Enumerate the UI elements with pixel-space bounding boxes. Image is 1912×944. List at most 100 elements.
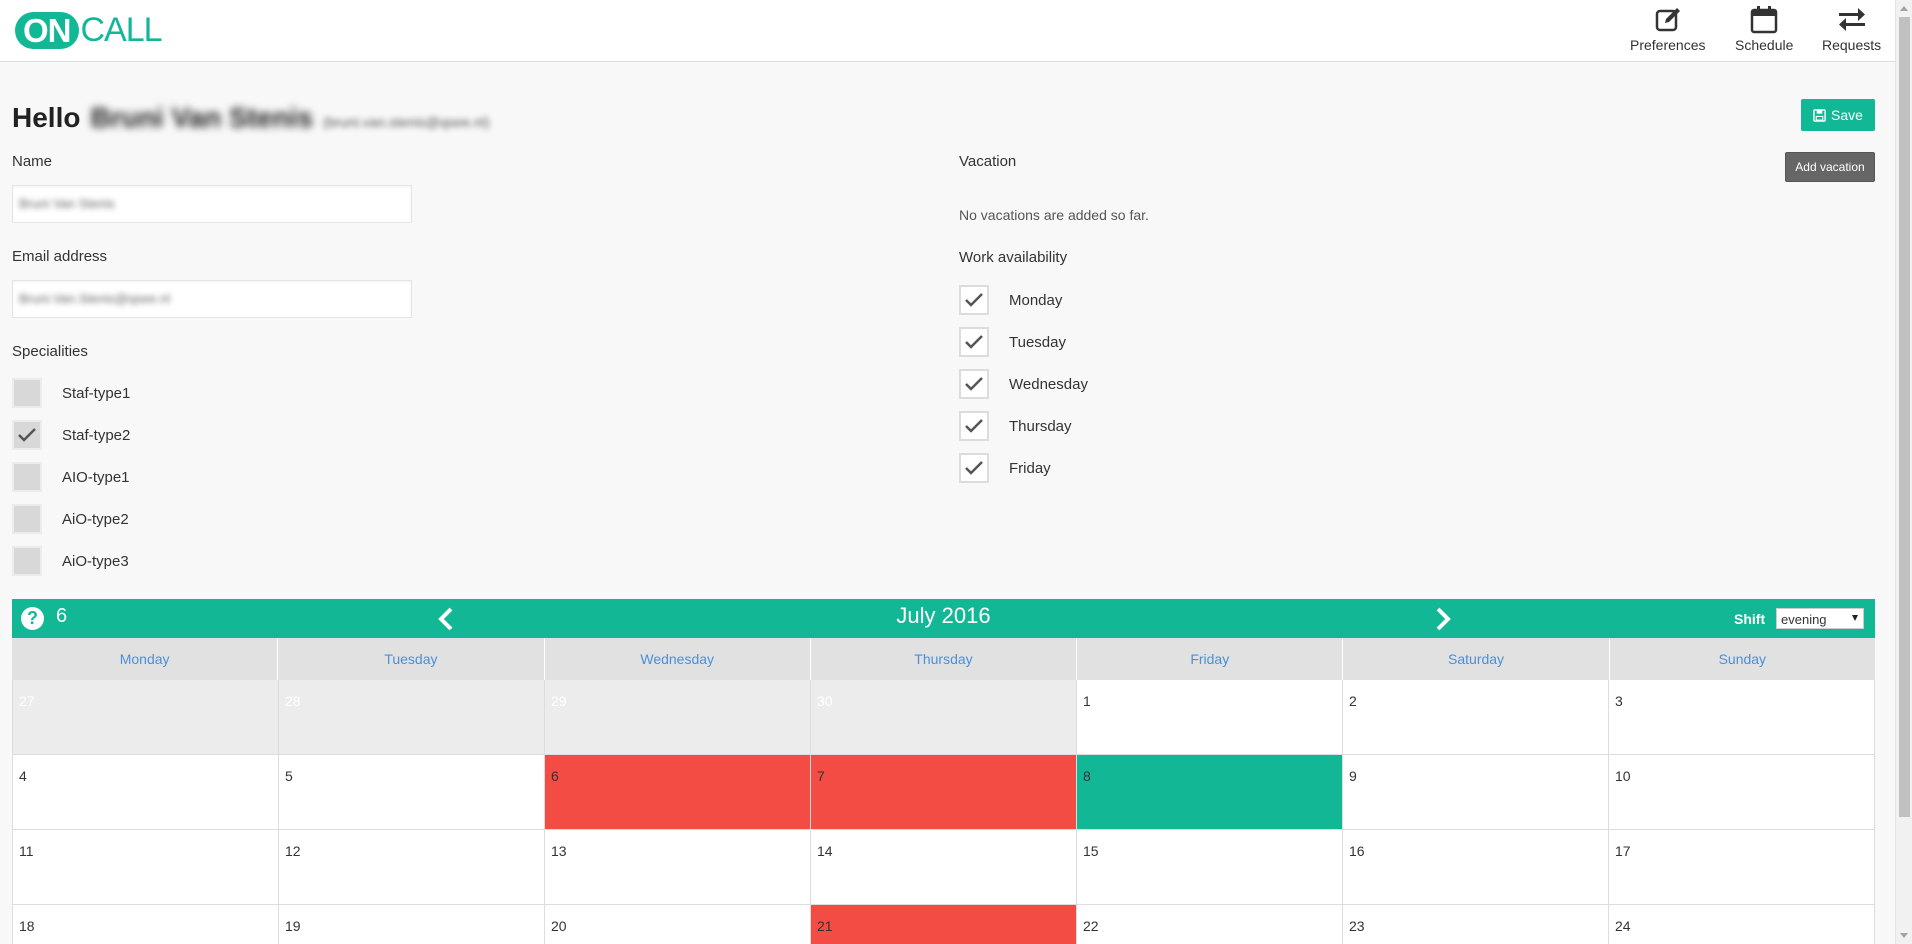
calendar-day-cell[interactable]: 15: [1077, 830, 1343, 905]
calendar-day-cell[interactable]: 20: [545, 905, 811, 944]
checkmark-icon: [965, 377, 983, 391]
add-vacation-button[interactable]: Add vacation: [1785, 152, 1875, 182]
calendar-day-cell[interactable]: 23: [1343, 905, 1609, 944]
save-button[interactable]: Save: [1801, 99, 1875, 131]
calendar-day-cell[interactable]: 9: [1343, 755, 1609, 830]
availability-tuesday[interactable]: Tuesday: [959, 327, 1066, 357]
calendar-icon: [1750, 6, 1778, 34]
name-field-value: Bruni Van Stenis: [19, 196, 115, 211]
scrollbar-thumb[interactable]: [1899, 17, 1910, 817]
calendar-day-cell[interactable]: 28: [279, 680, 545, 755]
speciality-label: Staf-type1: [62, 384, 131, 402]
calendar-day-cell[interactable]: 22: [1077, 905, 1343, 944]
calendar-day-cell[interactable]: 16: [1343, 830, 1609, 905]
speciality-checkbox[interactable]: [12, 546, 42, 576]
calendar-day-cell[interactable]: 12: [279, 830, 545, 905]
speciality-label: AiO-type2: [62, 510, 129, 528]
calendar-day-cell[interactable]: 29: [545, 680, 811, 755]
calendar-day-cell[interactable]: 19: [279, 905, 545, 944]
page-scrollbar[interactable]: [1895, 0, 1912, 944]
calendar-day-number: 1: [1083, 693, 1091, 709]
nav-preferences[interactable]: Preferences: [1630, 4, 1705, 53]
edit-icon: [1655, 8, 1680, 32]
calendar-day-cell[interactable]: 11: [13, 830, 279, 905]
availability-monday[interactable]: Monday: [959, 285, 1062, 315]
calendar-toolbar: ? 6 July 2016 Shift evening: [12, 599, 1875, 638]
calendar-day-number: 5: [285, 768, 293, 784]
availability-checkbox[interactable]: [959, 327, 989, 357]
calendar-day-cell[interactable]: 7: [811, 755, 1077, 830]
calendar-day-number: 10: [1615, 768, 1631, 784]
name-field[interactable]: Bruni Van Stenis: [12, 185, 412, 223]
calendar-day-number: 24: [1615, 918, 1631, 934]
greeting-hello: Hello: [12, 102, 81, 133]
availability-wednesday[interactable]: Wednesday: [959, 369, 1088, 399]
specialities-label: Specialities: [12, 343, 88, 360]
swap-arrows-icon: [1838, 8, 1865, 31]
availability-checkbox[interactable]: [959, 285, 989, 315]
calendar-day-cell[interactable]: 8: [1077, 755, 1343, 830]
oncall-logo[interactable]: ON CALL: [15, 12, 163, 49]
nav-schedule-label: Schedule: [1735, 37, 1794, 53]
availability-checkbox[interactable]: [959, 369, 989, 399]
floppy-disk-icon: [1813, 108, 1826, 122]
speciality-label: AIO-type1: [62, 468, 130, 486]
calendar-day-cell[interactable]: 14: [811, 830, 1077, 905]
calendar-day-cell[interactable]: 6: [545, 755, 811, 830]
calendar-day-cell[interactable]: 2: [1343, 680, 1609, 755]
top-navbar: ON CALL Preferences Schedule Requests: [0, 0, 1895, 62]
calendar-day-number: 29: [551, 693, 567, 709]
calendar-day-cell[interactable]: 21: [811, 905, 1077, 944]
calendar-month-title: July 2016: [896, 603, 991, 628]
next-month-icon[interactable]: [1430, 607, 1454, 631]
shift-label: Shift: [1734, 611, 1766, 627]
scroll-down-icon[interactable]: [1900, 933, 1908, 938]
calendar-day-cell[interactable]: 4: [13, 755, 279, 830]
calendar-day-cell[interactable]: 24: [1609, 905, 1875, 944]
calendar-day-number: 9: [1349, 768, 1357, 784]
weekday-header-friday: Friday: [1076, 638, 1342, 680]
speciality-checkbox[interactable]: [12, 378, 42, 408]
calendar-day-cell[interactable]: 3: [1609, 680, 1875, 755]
shift-select[interactable]: evening: [1776, 608, 1864, 629]
speciality-staf-type1[interactable]: Staf-type1: [12, 378, 130, 408]
availability-thursday[interactable]: Thursday: [959, 411, 1072, 441]
shift-selected-value: evening: [1781, 612, 1827, 627]
speciality-checkbox[interactable]: [12, 504, 42, 534]
scroll-up-icon[interactable]: [1900, 6, 1908, 11]
calendar-day-cell[interactable]: 1: [1077, 680, 1343, 755]
calendar-day-number: 3: [1615, 693, 1623, 709]
nav-schedule[interactable]: Schedule: [1735, 4, 1793, 53]
previous-month-icon[interactable]: [435, 607, 459, 631]
availability-checkbox[interactable]: [959, 453, 989, 483]
weekday-header-thursday: Thursday: [809, 638, 1076, 680]
calendar-day-cell[interactable]: 10: [1609, 755, 1875, 830]
save-button-label: Save: [1831, 107, 1863, 123]
speciality-aio-type3[interactable]: AiO-type3: [12, 546, 129, 576]
calendar-day-cell[interactable]: 13: [545, 830, 811, 905]
calendar-day-number: 27: [19, 693, 35, 709]
speciality-aio-type1[interactable]: AIO-type1: [12, 462, 130, 492]
calendar-day-cell[interactable]: 30: [811, 680, 1077, 755]
nav-requests[interactable]: Requests: [1822, 4, 1881, 53]
availability-checkbox[interactable]: [959, 411, 989, 441]
name-label: Name: [12, 153, 53, 170]
calendar-day-cell[interactable]: 18: [13, 905, 279, 944]
calendar-day-number: 12: [285, 843, 301, 859]
calendar-day-number: 16: [1349, 843, 1365, 859]
calendar-day-cell[interactable]: 17: [1609, 830, 1875, 905]
calendar-day-number: 7: [817, 768, 825, 784]
calendar-day-number: 30: [817, 693, 833, 709]
calendar-day-number: 17: [1615, 843, 1631, 859]
calendar-day-cell[interactable]: 5: [279, 755, 545, 830]
calendar-day-cell[interactable]: 27: [13, 680, 279, 755]
speciality-checkbox[interactable]: [12, 420, 42, 450]
speciality-checkbox[interactable]: [12, 462, 42, 492]
availability-friday[interactable]: Friday: [959, 453, 1051, 483]
speciality-aio-type2[interactable]: AiO-type2: [12, 504, 129, 534]
email-field[interactable]: Bruni.Van.Stenis@qsee.nl: [12, 280, 412, 318]
calendar-day-number: 28: [285, 693, 301, 709]
speciality-staf-type2[interactable]: Staf-type2: [12, 420, 130, 450]
availability-label: Monday: [1009, 291, 1063, 309]
calendar-day-number: 6: [551, 768, 559, 784]
